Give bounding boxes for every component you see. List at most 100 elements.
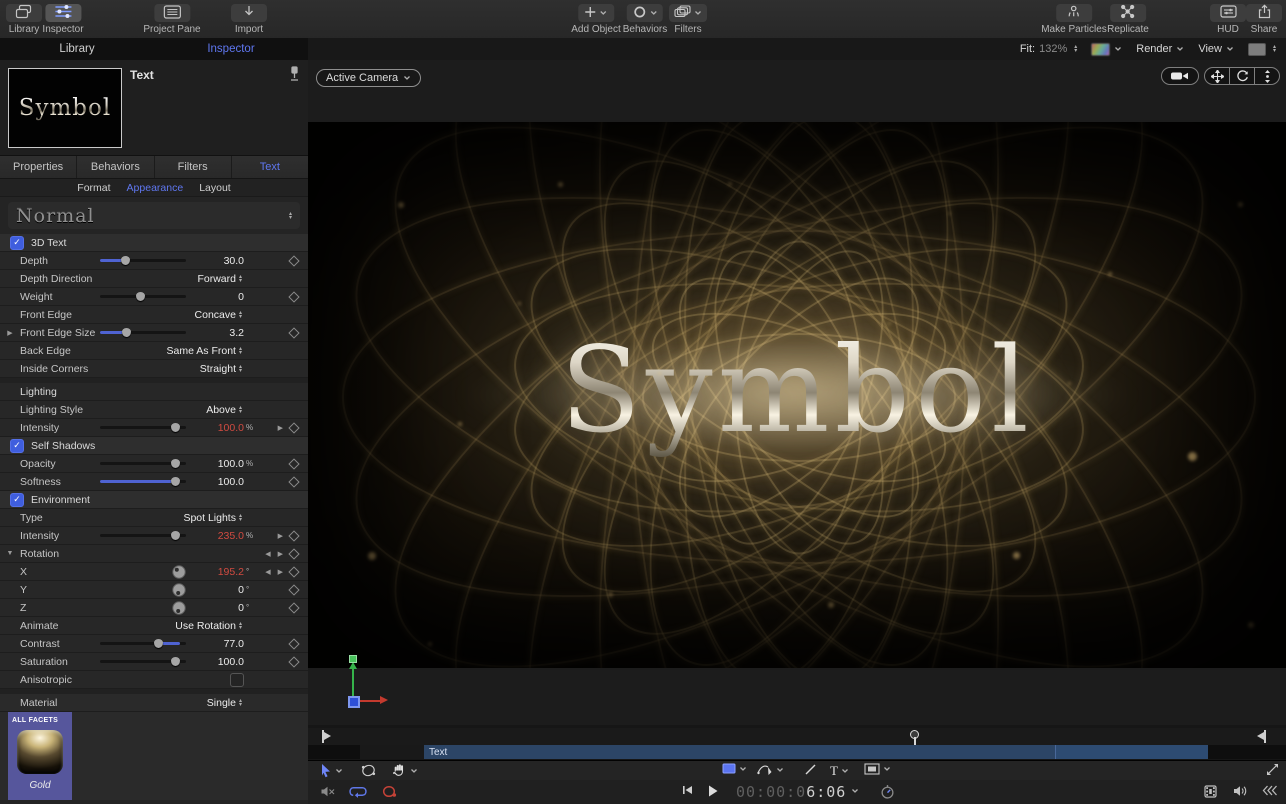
slider-thumb[interactable] <box>171 422 181 432</box>
opacity-value[interactable]: 100.0 <box>192 458 244 470</box>
next-keyframe-icon[interactable]: ▶ <box>278 424 283 432</box>
slider-thumb[interactable] <box>153 638 163 648</box>
show-timeline-button[interactable] <box>1204 785 1217 798</box>
camera-view-button[interactable] <box>1161 67 1199 85</box>
hand-tool-button[interactable] <box>392 763 418 778</box>
bezier-tool-button[interactable] <box>757 763 784 777</box>
intensity-value[interactable]: 100.0 <box>192 422 244 434</box>
z-dial[interactable] <box>172 600 186 615</box>
share-button[interactable]: Share <box>1246 4 1282 35</box>
softness-slider[interactable] <box>100 476 186 486</box>
y-value[interactable]: 0 <box>192 584 244 596</box>
dolly-tool-button[interactable] <box>1254 68 1279 84</box>
type-popup[interactable]: Spot Lights ▴ ▾ <box>100 512 308 524</box>
opacity-slider[interactable] <box>100 458 186 468</box>
front-edge-size-slider[interactable] <box>100 327 186 337</box>
keyframe-diamond-icon[interactable] <box>288 529 300 542</box>
material-popup[interactable]: Single ▴ ▾ <box>100 697 308 709</box>
intensity-value[interactable]: 235.0 <box>192 530 244 542</box>
lighting-style-popup[interactable]: Above ▴ ▾ <box>100 404 308 416</box>
pin-icon[interactable] <box>289 66 300 86</box>
expand-timeline-button[interactable] <box>1266 763 1279 776</box>
next-keyframe-icon[interactable]: ▶ <box>278 532 283 540</box>
slider-thumb[interactable] <box>171 458 181 468</box>
intensity-slider[interactable] <box>100 422 186 432</box>
subtab-layout[interactable]: Layout <box>199 182 231 194</box>
next-keyframe-icon[interactable]: ▶ <box>278 568 283 576</box>
replicate-button[interactable]: Replicate <box>1107 4 1149 35</box>
mute-audio-button[interactable] <box>320 785 337 798</box>
style-preset-popup[interactable]: Normal ▴ ▾ <box>8 202 300 229</box>
front-edge-popup[interactable]: Concave ▴ ▾ <box>100 309 308 321</box>
slider-thumb[interactable] <box>171 530 181 540</box>
play-button[interactable] <box>708 785 718 797</box>
checkbox[interactable] <box>230 672 244 687</box>
keyframe-diamond-icon[interactable] <box>288 326 300 339</box>
fit-zoom-control[interactable]: Fit: 132% ▴ ▾ <box>1020 43 1077 55</box>
loop-playback-button[interactable] <box>349 785 367 798</box>
shape-tool-button[interactable] <box>722 763 747 774</box>
contrast-value[interactable]: 77.0 <box>192 638 244 650</box>
disclosure-triangle-icon[interactable]: ▼ <box>0 550 20 557</box>
prev-keyframe-icon[interactable]: ◀ <box>265 568 270 576</box>
depth-direction-popup[interactable]: Forward ▴ ▾ <box>100 273 308 285</box>
collapse-panel-button[interactable] <box>1262 785 1278 796</box>
inspector-button[interactable]: Inspector <box>42 4 84 35</box>
prev-keyframe-icon[interactable]: ◀ <box>265 550 270 558</box>
slider-thumb[interactable] <box>171 656 181 666</box>
project-pane-button[interactable]: Project Pane <box>143 4 201 35</box>
render-viewport[interactable]: Symbol <box>308 122 1286 668</box>
y-dial[interactable] <box>172 582 186 597</box>
timer-icon[interactable] <box>880 784 895 799</box>
keyframe-diamond-icon[interactable] <box>288 475 300 488</box>
show-audio-button[interactable] <box>1233 785 1248 797</box>
keyframe-diamond-icon[interactable] <box>288 637 300 650</box>
mask-tool-button[interactable] <box>864 763 891 775</box>
animate-popup[interactable]: Use Rotation ▴ ▾ <box>100 620 308 632</box>
camera-popup[interactable]: Active Camera <box>316 69 422 87</box>
subtab-appearance[interactable]: Appearance <box>127 182 184 194</box>
front-edge-size-value[interactable]: 3.2 <box>192 327 244 339</box>
add-object-button[interactable]: Add Object <box>571 4 621 35</box>
layout-stepper[interactable]: ▴ ▾ <box>1247 42 1276 56</box>
slider-thumb[interactable] <box>122 327 132 337</box>
depth-value[interactable]: 30.0 <box>192 255 244 267</box>
slider-thumb[interactable] <box>121 255 131 265</box>
library-button[interactable]: Library <box>6 4 42 35</box>
paint-stroke-tool-button[interactable] <box>804 763 817 776</box>
checkbox[interactable]: ✓ <box>10 492 24 507</box>
timecode-popup-chevron[interactable] <box>851 788 859 794</box>
tab-filters[interactable]: Filters <box>153 156 231 178</box>
keyframe-diamond-icon[interactable] <box>288 457 300 470</box>
text-tool-button[interactable]: T <box>830 763 849 779</box>
next-keyframe-icon[interactable]: ▶ <box>278 550 283 558</box>
hud-button[interactable]: HUD <box>1210 4 1246 35</box>
slider-thumb[interactable] <box>135 291 145 301</box>
checkbox[interactable]: ✓ <box>10 235 24 250</box>
view-popup[interactable]: View <box>1198 43 1234 55</box>
saturation-value[interactable]: 100.0 <box>192 656 244 668</box>
object-thumbnail[interactable]: Symbol <box>8 68 122 148</box>
orbit-tool-button[interactable] <box>1229 68 1254 84</box>
keyframe-diamond-icon[interactable] <box>288 290 300 303</box>
zoom-level[interactable]: 132% <box>1039 43 1067 55</box>
text-layer-bar[interactable]: Text <box>424 745 1208 759</box>
checkbox[interactable]: ✓ <box>10 438 24 453</box>
slider-thumb[interactable] <box>171 476 181 486</box>
channels-popup[interactable] <box>1091 42 1122 56</box>
material-cell[interactable]: ALL FACETS Gold <box>8 712 72 800</box>
softness-value[interactable]: 100.0 <box>192 476 244 488</box>
select-tool-button[interactable] <box>320 763 343 778</box>
make-particles-button[interactable]: Make Particles <box>1041 4 1107 35</box>
tab-properties[interactable]: Properties <box>0 156 76 178</box>
saturation-slider[interactable] <box>100 656 186 666</box>
go-to-start-button[interactable] <box>682 785 693 795</box>
tab-text[interactable]: Text <box>230 156 308 178</box>
keyframe-diamond-icon[interactable] <box>288 655 300 668</box>
subtab-format[interactable]: Format <box>77 182 110 194</box>
back-edge-popup[interactable]: Same As Front ▴ ▾ <box>100 345 308 357</box>
filters-button[interactable]: Filters <box>669 4 707 35</box>
keyframe-diamond-icon[interactable] <box>288 583 300 596</box>
x-dial[interactable] <box>172 564 186 579</box>
record-button[interactable] <box>382 785 397 798</box>
